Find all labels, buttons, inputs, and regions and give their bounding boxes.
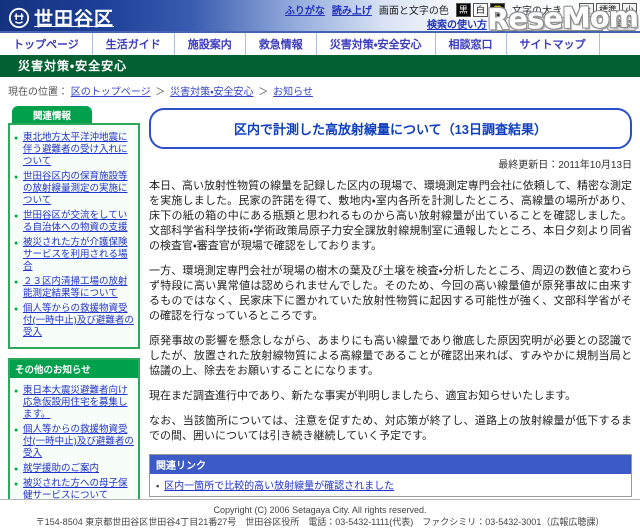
global-nav-item: 災害対策・安全安心: [317, 33, 436, 55]
search-input[interactable]: [491, 17, 603, 31]
bullet-icon: ●: [14, 172, 18, 184]
list-dot-icon: ・: [156, 481, 159, 492]
global-nav-link[interactable]: 施設案内: [175, 33, 246, 55]
global-nav-item: 生活ガイド: [93, 33, 175, 55]
bullet-icon: ●: [14, 133, 18, 145]
bullet-icon: ●: [14, 238, 18, 250]
related-links-header: 関連リンク: [150, 455, 631, 474]
global-nav-link[interactable]: 災害対策・安全安心: [317, 33, 436, 55]
article-title: 区内で計測した高放射線量について（13日調査結果）: [149, 108, 632, 149]
breadcrumb-separator: ＞: [258, 87, 268, 98]
read-aloud-link[interactable]: 読み上げ: [332, 2, 372, 17]
breadcrumb: 現在の位置： 区のトップページ ＞ 災害対策・安全安心 ＞ お知らせ: [0, 77, 640, 102]
sidebar-related-info-box: ● 東北地方太平洋沖地震に伴う避難者の受け入れについて ● 世田谷区内の保育施設…: [8, 123, 140, 349]
global-nav-link[interactable]: トップページ: [0, 33, 93, 55]
global-nav: トップページ 生活ガイド 施設案内 救急情報 災害対策・安全安心 相談窓口 サイ…: [0, 33, 640, 55]
sidebar-list-item: ● ２３区内清掃工場の放射能測定結果等について: [14, 276, 135, 300]
related-links-body: ・ 区内一箇所で比較的高い放射線量が確認されました: [150, 474, 631, 496]
color-black-button[interactable]: 黒: [456, 3, 471, 17]
sidebar-other-news-header: その他のお知らせ: [10, 360, 138, 378]
search-bar: 検索の使い方 検索: [427, 16, 637, 31]
sidebar-list-item: ● 東日本大震災避難者向け応急仮設用住宅を募集します。: [14, 385, 135, 421]
article-paragraph: 現在まだ調査進行中であり、新たな事実が判明しましたら、適宜お知らせいたします。: [149, 389, 632, 404]
breadcrumb-separator: ＞: [155, 87, 165, 98]
sidebar-related-list: ● 東北地方太平洋沖地震に伴う避難者の受け入れについて ● 世田谷区内の保育施設…: [10, 125, 138, 347]
global-nav-item: 施設案内: [175, 33, 246, 55]
bullet-icon: ●: [14, 211, 18, 223]
site-logo[interactable]: 世田谷区: [8, 4, 114, 31]
global-nav-item: 救急情報: [246, 33, 317, 55]
sidebar-link[interactable]: 被災された方への母子保健サービスについて: [23, 478, 128, 501]
accessibility-toolbar: ふりがな 読み上げ 画面と文字の色 黒 白 黄 文字の大きさ 大 標準 小: [285, 2, 637, 17]
sidebar-link[interactable]: 個人等からの救援物資受付(一時中止)及び避難者の受入: [23, 303, 134, 338]
sidebar-link[interactable]: 東北地方太平洋沖地震に伴う避難者の受け入れについて: [23, 132, 128, 167]
setagaya-logo-icon: [8, 7, 30, 29]
sidebar-list-item: ● 就学援助のご案内: [14, 463, 135, 475]
site-title: 世田谷区: [34, 4, 114, 31]
breadcrumb-link-section[interactable]: 災害対策・安全安心: [170, 87, 253, 98]
sidebar-list-item: ● 世田谷区が交流をしている自治体への物資の支援: [14, 210, 135, 234]
article-body: 本日、高い放射性物質の線量を記録した区内の現場で、環境測定専門会社に依頼して、精…: [149, 179, 632, 444]
color-scheme-label: 画面と文字の色: [379, 2, 449, 17]
site-header: 世田谷区 ふりがな 読み上げ 画面と文字の色 黒 白 黄 文字の大きさ 大 標準…: [0, 0, 640, 33]
color-white-button[interactable]: 白: [473, 3, 488, 17]
search-help-link[interactable]: 検索の使い方: [427, 16, 487, 31]
article-paragraph: 一方、環境測定専門会社が現場の樹木の葉及び土壌を検査・分析したところ、周辺の数値…: [149, 264, 632, 324]
breadcrumb-link-home[interactable]: 区のトップページ: [71, 87, 151, 98]
sidebar-link[interactable]: 被災された方が介護保険サービスを利用される場合: [23, 237, 128, 272]
sidebar-list-item: ● 個人等からの救援物資受付(一時中止)及び避難者の受入: [14, 303, 135, 339]
font-size-large-button[interactable]: 大: [579, 3, 594, 17]
related-link-row: ・ 区内一箇所で比較的高い放射線量が確認されました: [156, 477, 625, 492]
bullet-icon: ●: [14, 277, 18, 289]
sidebar-list-item: ● 東北地方太平洋沖地震に伴う避難者の受け入れについて: [14, 132, 135, 168]
bullet-icon: ●: [14, 425, 18, 437]
sidebar-related-info-tab: 関連情報: [12, 106, 92, 123]
sidebar-link[interactable]: 個人等からの救援物資受付(一時中止)及び避難者の受入: [23, 424, 134, 459]
related-link[interactable]: 区内一箇所で比較的高い放射線量が確認されました: [164, 481, 394, 492]
global-nav-item: サイトマップ: [507, 33, 600, 55]
sidebar-list-item: ● 個人等からの救援物資受付(一時中止)及び避難者の受入: [14, 424, 135, 460]
bullet-icon: ●: [14, 304, 18, 316]
furigana-link[interactable]: ふりがな: [285, 2, 325, 17]
sidebar-link[interactable]: 世田谷区が交流をしている自治体への物資の支援: [23, 210, 128, 233]
font-size-buttons: 大 標準 小: [579, 3, 637, 17]
footer-address: 〒154-8504 東京都世田谷区世田谷4丁目21番27号 世田谷区役所 電話：…: [0, 516, 640, 528]
color-scheme-buttons: 黒 白 黄: [456, 3, 505, 17]
related-links-box: 関連リンク ・ 区内一箇所で比較的高い放射線量が確認されました: [149, 454, 632, 497]
global-nav-item: 相談窓口: [436, 33, 507, 55]
global-nav-link[interactable]: 救急情報: [246, 33, 317, 55]
article-paragraph: なお、当該箇所については、注意を促すため、対応策が終了し、道路上の放射線量が低下…: [149, 414, 632, 444]
search-button[interactable]: 検索: [607, 16, 637, 31]
section-banner: 災害対策・安全安心: [0, 55, 640, 77]
sidebar-link[interactable]: 世田谷区内の保育施設等の放射線量測定の実施について: [23, 171, 128, 206]
sidebar: 関連情報 ● 東北地方太平洋沖地震に伴う避難者の受け入れについて ● 世田谷区内…: [8, 106, 140, 530]
font-size-normal-button[interactable]: 標準: [596, 3, 620, 17]
sidebar-link[interactable]: 東日本大震災避難者向け応急仮設用住宅を募集します。: [23, 385, 128, 420]
sidebar-list-item: ● 被災された方が介護保険サービスを利用される場合: [14, 237, 135, 273]
footer: Copyright (C) 2006 Setagaya City. All ri…: [0, 499, 640, 530]
main-article: 区内で計測した高放射線量について（13日調査結果） 最終更新日：2011年10月…: [140, 106, 636, 530]
article-paragraph: 原発事故の影響を懸念しながら、あまりにも高い線量であり徹底した原因究明が必要との…: [149, 334, 632, 379]
breadcrumb-label: 現在の位置：: [8, 87, 68, 98]
font-size-small-button[interactable]: 小: [622, 3, 637, 17]
color-yellow-button[interactable]: 黄: [490, 3, 505, 17]
breadcrumb-link-news[interactable]: お知らせ: [273, 87, 313, 98]
last-updated: 最終更新日：2011年10月13日: [149, 156, 632, 171]
global-nav-link[interactable]: 生活ガイド: [93, 33, 175, 55]
global-nav-link[interactable]: サイトマップ: [507, 33, 600, 55]
sidebar-link[interactable]: 就学援助のご案内: [23, 463, 99, 474]
footer-copyright: Copyright (C) 2006 Setagaya City. All ri…: [0, 504, 640, 516]
sidebar-list-item: ● 世田谷区内の保育施設等の放射線量測定の実施について: [14, 171, 135, 207]
content: 関連情報 ● 東北地方太平洋沖地震に伴う避難者の受け入れについて ● 世田谷区内…: [0, 102, 640, 530]
global-nav-item: トップページ: [0, 33, 93, 55]
bullet-icon: ●: [14, 464, 18, 476]
bullet-icon: ●: [14, 386, 18, 398]
global-nav-link[interactable]: 相談窓口: [436, 33, 507, 55]
page: 世田谷区 ふりがな 読み上げ 画面と文字の色 黒 白 黄 文字の大きさ 大 標準…: [0, 0, 640, 530]
sidebar-link[interactable]: ２３区内清掃工場の放射能測定結果等について: [23, 276, 128, 299]
bullet-icon: ●: [14, 479, 18, 491]
article-paragraph: 本日、高い放射性物質の線量を記録した区内の現場で、環境測定専門会社に依頼して、精…: [149, 179, 632, 254]
font-size-label: 文字の大きさ: [512, 2, 572, 17]
